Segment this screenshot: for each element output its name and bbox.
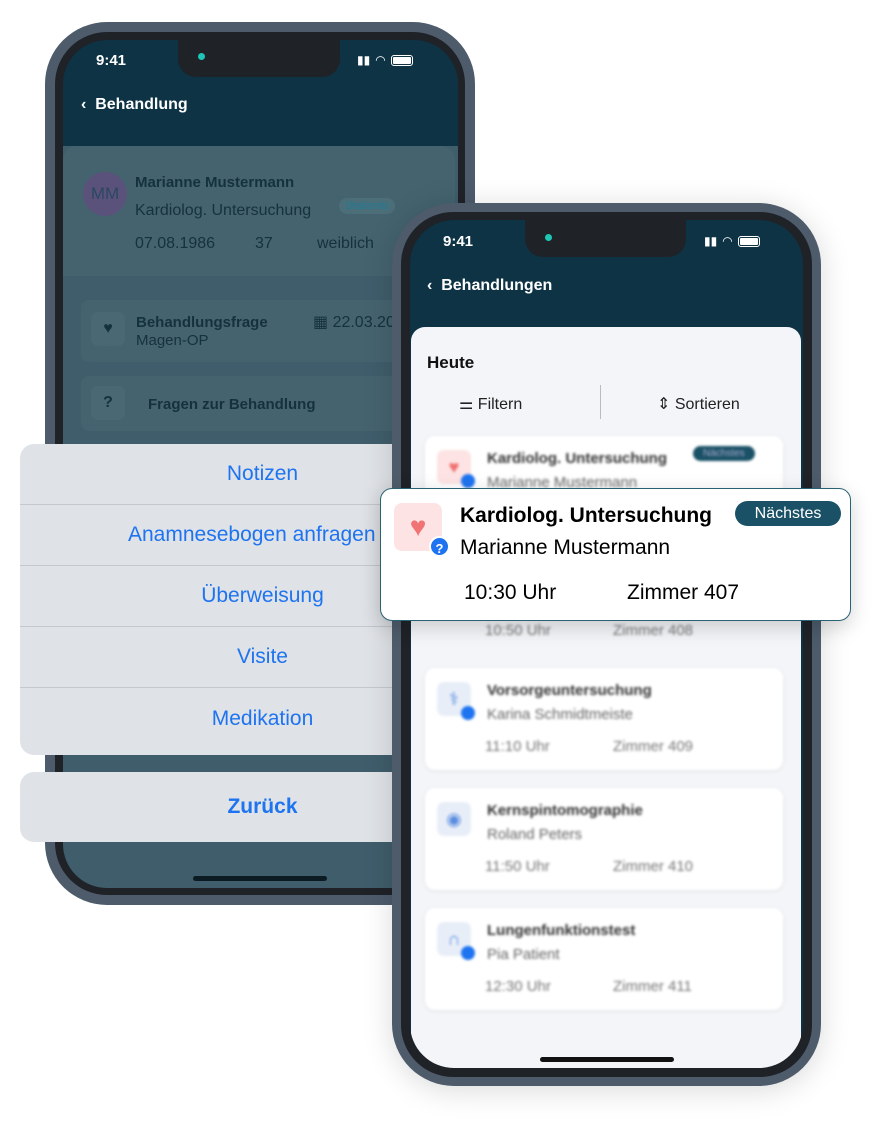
highlight-card[interactable]: ♥ ? Kardiolog. Untersuchung Marianne Mus… — [380, 488, 851, 621]
right-screen: 9:41 ‹ Behandlungen Heute ⚌ Filtern ⇕ So… — [410, 220, 803, 1068]
divider — [600, 385, 601, 419]
question-subtitle: Magen-OP — [136, 332, 209, 349]
question-icon: ? — [91, 386, 125, 420]
question-icon: ? — [429, 536, 450, 557]
question-title: Behandlungsfrage — [136, 314, 268, 331]
sort-icon: ⇕ — [657, 396, 675, 413]
battery-icon — [737, 235, 760, 247]
list-item[interactable]: ∩ Lungenfunktionstest Pia Patient 12:30 … — [425, 908, 783, 1010]
brain-icon: ◉ — [437, 802, 471, 836]
hand-heart-icon: ♥ — [91, 312, 125, 346]
question-icon — [461, 474, 475, 488]
signal-icon: ▮▮ — [357, 53, 371, 67]
exam: Kardiolog. Untersuchung — [135, 202, 312, 219]
wifi-icon: ◠ — [722, 234, 733, 248]
faq-title: Fragen zur Behandlung — [148, 396, 316, 413]
status-time: 9:41 — [96, 52, 127, 69]
question-card[interactable]: ♥ Behandlungsfrage Magen-OP ▦ 22.03.20 — [81, 300, 441, 362]
faq-card[interactable]: ? Fragen zur Behandlung — [81, 376, 441, 431]
battery-icon — [390, 54, 413, 66]
camera-icon — [545, 234, 552, 241]
item-time: 11:50 Uhr — [485, 858, 550, 875]
item-room: Zimmer 408 — [613, 622, 694, 639]
chevron-left-icon: ‹ — [81, 96, 96, 113]
list-item[interactable]: ⚕ Vorsorgeuntersuchung Karina Schmidtmei… — [425, 668, 783, 770]
status-badge: Nächstes — [693, 446, 755, 461]
dob: 07.08.1986 — [135, 235, 216, 252]
status-badge: Nächstes — [735, 501, 841, 526]
item-title: Vorsorgeuntersuchung — [487, 682, 652, 699]
item-title: Kardiolog. Untersuchung — [487, 450, 667, 467]
chevron-left-icon: ‹ — [427, 277, 442, 294]
item-time: 10:50 Uhr — [485, 622, 551, 639]
list-item[interactable]: ◉ Kernspintomographie Roland Peters 11:5… — [425, 788, 783, 890]
sliders-icon: ⚌ — [459, 396, 478, 413]
status-badge: Stationär — [339, 198, 396, 214]
status-time: 9:41 — [443, 233, 474, 250]
item-patient: Roland Peters — [487, 826, 583, 843]
question-date: 22.03.20 — [332, 314, 395, 331]
sheet-item-anamnesebogen[interactable]: Anamnesebogen anfragen — [128, 523, 376, 547]
sort-button[interactable]: ⇕ Sortieren — [657, 394, 740, 414]
filter-label: Filtern — [477, 396, 523, 413]
page-title: Behandlung — [95, 96, 188, 113]
wifi-icon: ◠ — [375, 53, 386, 67]
item-title: Kernspintomographie — [487, 802, 643, 819]
patient-name: Marianne Mustermann — [135, 174, 295, 191]
section-heading: Heute — [427, 353, 475, 372]
item-time: 11:10 Uhr — [485, 738, 550, 755]
item-room: Zimmer 410 — [613, 858, 694, 875]
back-header[interactable]: ‹ Behandlung — [81, 96, 188, 114]
item-room: Zimmer 409 — [613, 738, 694, 755]
item-title: Lungenfunktionstest — [487, 922, 636, 939]
item-patient: Pia Patient — [487, 946, 560, 963]
home-indicator — [193, 876, 327, 881]
filter-button[interactable]: ⚌ Filtern — [459, 394, 522, 414]
camera-icon — [198, 53, 205, 60]
gender: weiblich — [317, 235, 374, 252]
signal-icon: ▮▮ — [704, 234, 718, 248]
item-time: 12:30 Uhr — [485, 978, 551, 995]
back-header[interactable]: ‹ Behandlungen — [427, 277, 552, 295]
question-icon — [461, 946, 475, 960]
home-indicator — [540, 1057, 674, 1062]
age: 37 — [255, 235, 273, 252]
question-icon — [461, 706, 475, 720]
item-room: Zimmer 407 — [627, 581, 740, 604]
item-time: 10:30 Uhr — [464, 581, 557, 604]
item-patient: Karina Schmidtmeiste — [487, 706, 633, 723]
avatar: MM — [83, 172, 127, 216]
page-title: Behandlungen — [441, 277, 553, 294]
calendar-icon: ▦ — [313, 314, 333, 331]
sort-label: Sortieren — [674, 396, 740, 413]
item-title: Kardiolog. Untersuchung — [460, 504, 712, 527]
list-panel: Heute ⚌ Filtern ⇕ Sortieren ♥ Kardiolog.… — [411, 327, 801, 1068]
item-room: Zimmer 411 — [613, 978, 692, 995]
item-patient: Marianne Mustermann — [460, 536, 671, 559]
